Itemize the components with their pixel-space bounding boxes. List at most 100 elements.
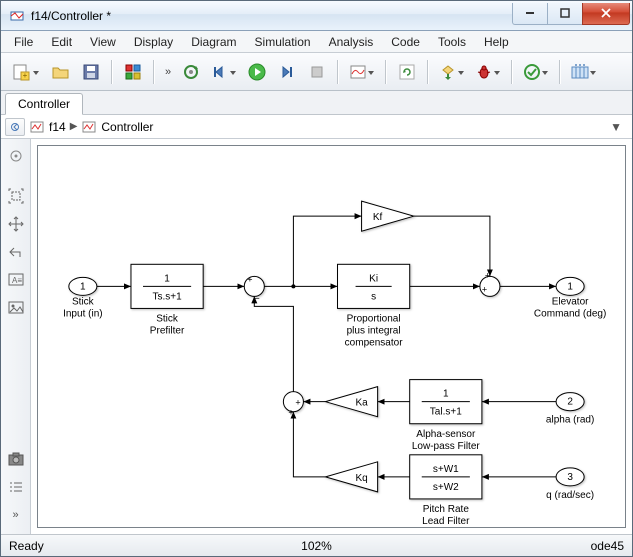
svg-text:Input (in): Input (in) bbox=[63, 308, 103, 319]
back-arrow-icon bbox=[8, 245, 24, 259]
zoom-fit-icon bbox=[8, 188, 24, 204]
refresh-button[interactable] bbox=[393, 58, 421, 86]
status-zoom[interactable]: 102% bbox=[301, 539, 332, 553]
library-browser-button[interactable] bbox=[119, 58, 147, 86]
block-compensator[interactable]: Ki s Proportional plus integral compensa… bbox=[338, 264, 410, 348]
stop-time-button[interactable] bbox=[567, 58, 601, 86]
svg-text:Elevator: Elevator bbox=[552, 296, 589, 307]
svg-text:Ka: Ka bbox=[355, 398, 368, 409]
explorer-palette: A≡ » bbox=[1, 139, 31, 534]
block-inport-1[interactable]: 1 Stick Input (in) bbox=[63, 277, 103, 319]
svg-text:A≡: A≡ bbox=[12, 276, 22, 285]
menu-help[interactable]: Help bbox=[475, 33, 518, 51]
minimize-button[interactable] bbox=[512, 3, 548, 25]
block-gain-kq[interactable]: Kq bbox=[325, 462, 377, 492]
menu-view[interactable]: View bbox=[81, 33, 125, 51]
svg-text:+: + bbox=[295, 398, 300, 408]
fit-selection-button[interactable] bbox=[1, 211, 30, 237]
status-ready: Ready bbox=[9, 539, 44, 553]
open-button[interactable] bbox=[47, 58, 75, 86]
arrows-out-icon bbox=[8, 216, 24, 232]
run-button[interactable] bbox=[243, 58, 271, 86]
menu-analysis[interactable]: Analysis bbox=[320, 33, 383, 51]
svg-text:Ki: Ki bbox=[369, 273, 378, 284]
svg-text:s+W1: s+W1 bbox=[433, 464, 459, 475]
status-solver[interactable]: ode45 bbox=[591, 539, 624, 553]
status-bar: Ready 102% ode45 bbox=[1, 534, 632, 556]
camera-icon bbox=[8, 452, 24, 466]
toolbar-overflow-1[interactable]: » bbox=[161, 66, 175, 78]
breadcrumb-current[interactable]: Controller bbox=[101, 120, 153, 134]
update-diagram-button[interactable] bbox=[177, 58, 205, 86]
block-gain-ka[interactable]: Ka bbox=[325, 387, 377, 417]
block-outport-1[interactable]: 1 Elevator Command (deg) bbox=[534, 277, 606, 319]
svg-text:Ts.s+1: Ts.s+1 bbox=[152, 291, 182, 302]
svg-text:+: + bbox=[485, 270, 490, 280]
menu-diagram[interactable]: Diagram bbox=[182, 33, 245, 51]
app-icon bbox=[9, 8, 25, 24]
new-model-button[interactable]: + bbox=[7, 58, 45, 86]
svg-text:Kq: Kq bbox=[355, 473, 367, 484]
step-forward-button[interactable] bbox=[273, 58, 301, 86]
svg-text:plus integral: plus integral bbox=[347, 325, 401, 336]
debug-button[interactable] bbox=[471, 58, 505, 86]
save-button[interactable] bbox=[77, 58, 105, 86]
svg-text:q (rad/sec): q (rad/sec) bbox=[546, 490, 594, 501]
tab-strip: Controller bbox=[1, 91, 632, 115]
tab-controller[interactable]: Controller bbox=[5, 93, 83, 115]
menu-tools[interactable]: Tools bbox=[429, 33, 475, 51]
find-button[interactable] bbox=[1, 474, 30, 500]
maximize-button[interactable] bbox=[547, 3, 583, 25]
nav-back-button[interactable] bbox=[5, 118, 25, 136]
svg-text:+: + bbox=[247, 274, 252, 284]
refresh-icon bbox=[399, 64, 415, 80]
menu-display[interactable]: Display bbox=[125, 33, 182, 51]
menu-simulation[interactable]: Simulation bbox=[246, 33, 320, 51]
screenshot-button[interactable] bbox=[1, 446, 30, 472]
grid-icon bbox=[571, 64, 589, 80]
refresh-gear-icon bbox=[182, 63, 200, 81]
back-to-parent-button[interactable] bbox=[1, 239, 30, 265]
advisor-button[interactable] bbox=[519, 58, 553, 86]
record-button[interactable] bbox=[345, 58, 379, 86]
show-explorer-button[interactable] bbox=[1, 143, 30, 169]
block-alpha-filter[interactable]: 1 Tal.s+1 Alpha-sensor Low-pass Filter bbox=[410, 380, 482, 452]
menu-edit[interactable]: Edit bbox=[42, 33, 81, 51]
breadcrumb-sep-icon: ▶ bbox=[70, 121, 78, 132]
diagram-canvas[interactable]: 1 Stick Input (in) 1 Ts.s+1 Stick Prefil… bbox=[37, 145, 626, 528]
breadcrumb-root[interactable]: f14 bbox=[49, 120, 66, 134]
step-back-button[interactable] bbox=[207, 58, 241, 86]
block-stick-prefilter[interactable]: 1 Ts.s+1 Stick Prefilter bbox=[131, 264, 203, 336]
annotations-button[interactable]: A≡ bbox=[1, 267, 30, 293]
menu-file[interactable]: File bbox=[5, 33, 42, 51]
window-title: f14/Controller * bbox=[31, 9, 111, 23]
svg-text:Proportional: Proportional bbox=[347, 313, 401, 324]
svg-text:1: 1 bbox=[443, 389, 449, 400]
check-circle-icon bbox=[523, 63, 541, 81]
menu-bar: File Edit View Display Diagram Simulatio… bbox=[1, 31, 632, 53]
svg-text:Pitch Rate: Pitch Rate bbox=[423, 504, 470, 515]
svg-text:Command (deg): Command (deg) bbox=[534, 308, 606, 319]
block-inport-3[interactable]: 3 q (rad/sec) bbox=[546, 468, 594, 501]
menu-code[interactable]: Code bbox=[382, 33, 429, 51]
svg-text:1: 1 bbox=[80, 281, 86, 292]
stop-button[interactable] bbox=[303, 58, 331, 86]
stop-icon bbox=[309, 64, 325, 80]
image-annotation-button[interactable] bbox=[1, 295, 30, 321]
close-button[interactable] bbox=[582, 3, 630, 25]
svg-text:s: s bbox=[371, 291, 376, 302]
svg-text:1: 1 bbox=[567, 281, 573, 292]
subsystem-icon bbox=[81, 119, 97, 135]
breadcrumb-dropdown-icon[interactable]: ▼ bbox=[610, 120, 628, 134]
block-inport-2[interactable]: 2 alpha (rad) bbox=[546, 393, 594, 426]
svg-text:alpha (rad): alpha (rad) bbox=[546, 415, 594, 426]
fit-to-view-button[interactable] bbox=[1, 183, 30, 209]
svg-text:Low-pass Filter: Low-pass Filter bbox=[412, 441, 481, 452]
save-icon bbox=[83, 64, 99, 80]
palette-overflow-button[interactable]: » bbox=[1, 502, 30, 528]
block-pitch-filter[interactable]: s+W1 s+W2 Pitch Rate Lead Filter bbox=[410, 455, 482, 527]
chevron-right-icon: » bbox=[12, 509, 18, 521]
block-gain-kf[interactable]: Kf bbox=[362, 201, 414, 231]
build-button[interactable] bbox=[435, 58, 469, 86]
bug-icon bbox=[476, 64, 492, 80]
